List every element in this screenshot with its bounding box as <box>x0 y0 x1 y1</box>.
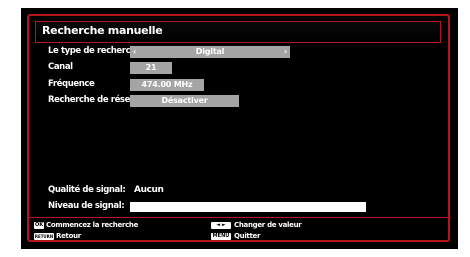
return-hint: Retour <box>56 232 81 240</box>
ok-key-icon: OK <box>34 222 44 229</box>
frequency-label: Fréquence <box>48 79 95 89</box>
signal-level-label: Niveau de signal: <box>48 201 125 211</box>
network-search-field[interactable]: Désactiver <box>130 95 239 107</box>
arrows-hint: Changer de valeur <box>234 221 302 229</box>
channel-label: Canal <box>48 62 73 72</box>
menu-key-icon: MENU <box>211 233 231 240</box>
left-right-arrows-icon: ◄ ► <box>211 222 231 229</box>
tv-screen: Recherche manuelle Le type de recherche … <box>21 8 458 249</box>
network-search-label: Recherche de réseau <box>48 95 141 105</box>
menu-hint: Quitter <box>234 232 261 240</box>
footer-divider <box>27 217 451 218</box>
frequency-field[interactable]: 474.00 MHz <box>130 79 204 91</box>
menu-title-bar: Recherche manuelle <box>35 21 441 43</box>
signal-quality-value: Aucun <box>134 185 164 195</box>
ok-hint: Commencez la recherche <box>46 221 139 229</box>
page-title: Recherche manuelle <box>42 24 163 37</box>
search-type-value: Digital <box>195 47 225 56</box>
search-type-label: Le type de recherche <box>48 46 142 56</box>
signal-quality-label: Qualité de signal: <box>48 185 126 195</box>
signal-level-bar <box>130 202 366 212</box>
return-key-icon: RETURN <box>34 233 54 240</box>
channel-field[interactable]: 21 <box>130 62 172 74</box>
search-type-selector[interactable]: ‹ Digital › <box>130 46 290 58</box>
left-arrow-icon[interactable]: ‹ <box>133 46 136 58</box>
right-arrow-icon[interactable]: › <box>284 46 287 58</box>
